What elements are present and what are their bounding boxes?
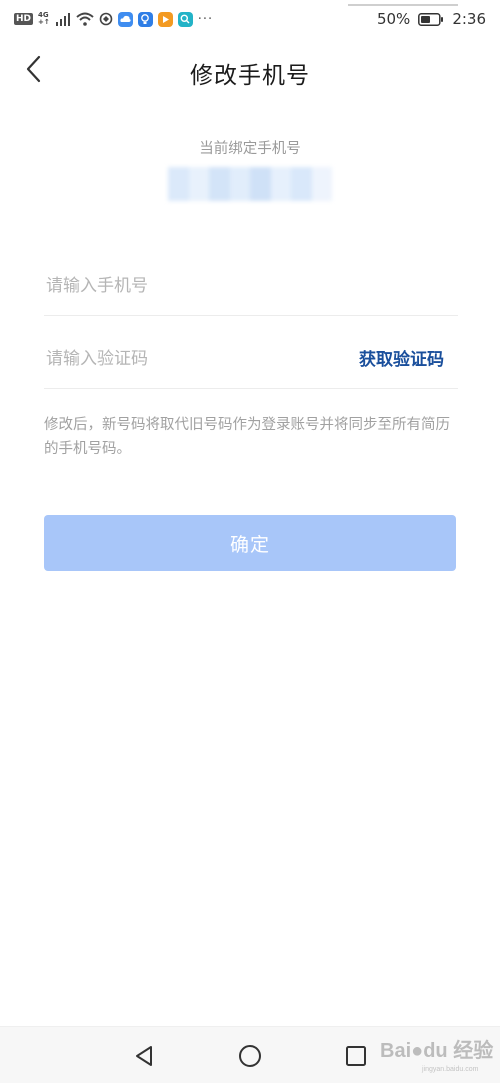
network-sub: +↑ <box>38 18 50 26</box>
wifi-icon <box>76 12 94 26</box>
battery-icon <box>418 12 444 26</box>
status-left: HD 4G +↑ ··· <box>14 11 214 27</box>
code-field-row: 获取验证码 <box>44 329 458 389</box>
triangle-back-icon <box>136 1046 152 1066</box>
nav-home-button[interactable] <box>233 1039 267 1073</box>
mask-block <box>250 167 271 201</box>
masked-phone-number <box>168 167 332 201</box>
confirm-button[interactable]: 确定 <box>44 515 456 571</box>
nav-back-button[interactable] <box>127 1039 161 1073</box>
watermark-url: jingyan.baidu.com <box>422 1066 479 1073</box>
search-app-icon <box>177 11 193 27</box>
battery-percent: 50% <box>376 10 411 28</box>
verification-code-input[interactable] <box>44 329 334 388</box>
status-right: 50% 2:36 <box>377 10 486 28</box>
header: 修改手机号 <box>0 38 500 100</box>
mask-block <box>209 167 230 201</box>
mask-block <box>291 167 312 201</box>
mask-block <box>229 167 250 201</box>
more-notifications: ··· <box>197 11 214 27</box>
mask-block <box>168 167 189 201</box>
circle-home-icon <box>239 1045 261 1067</box>
watermark: Bai●du 经验 jingyan.baidu.com <box>380 1030 498 1080</box>
signal-icon <box>55 12 70 26</box>
square-recent-icon <box>346 1046 366 1066</box>
mask-block <box>270 167 291 201</box>
bulb-app-icon <box>137 11 153 27</box>
clock: 2:36 <box>452 10 486 28</box>
status-top-rule <box>348 4 458 6</box>
mask-block <box>188 167 209 201</box>
get-code-button[interactable]: 获取验证码 <box>359 345 444 370</box>
network-indicator: 4G +↑ <box>38 12 50 26</box>
phone-field-row <box>44 256 458 316</box>
watermark-logo: Bai●du 经验 <box>380 1040 494 1062</box>
phone-input[interactable] <box>44 256 458 315</box>
nav-recent-button[interactable] <box>339 1039 373 1073</box>
hd-badge: HD <box>14 13 34 25</box>
satellite-icon <box>99 12 113 26</box>
change-notice: 修改后，新号码将取代旧号码作为登录账号并将同步至所有简历的手机号码。 <box>44 417 450 457</box>
page-title: 修改手机号 <box>190 63 310 89</box>
mask-block <box>311 167 332 201</box>
weather-app-icon <box>117 11 133 27</box>
current-phone-label: 当前绑定手机号 <box>199 141 301 157</box>
video-app-icon <box>157 11 173 27</box>
